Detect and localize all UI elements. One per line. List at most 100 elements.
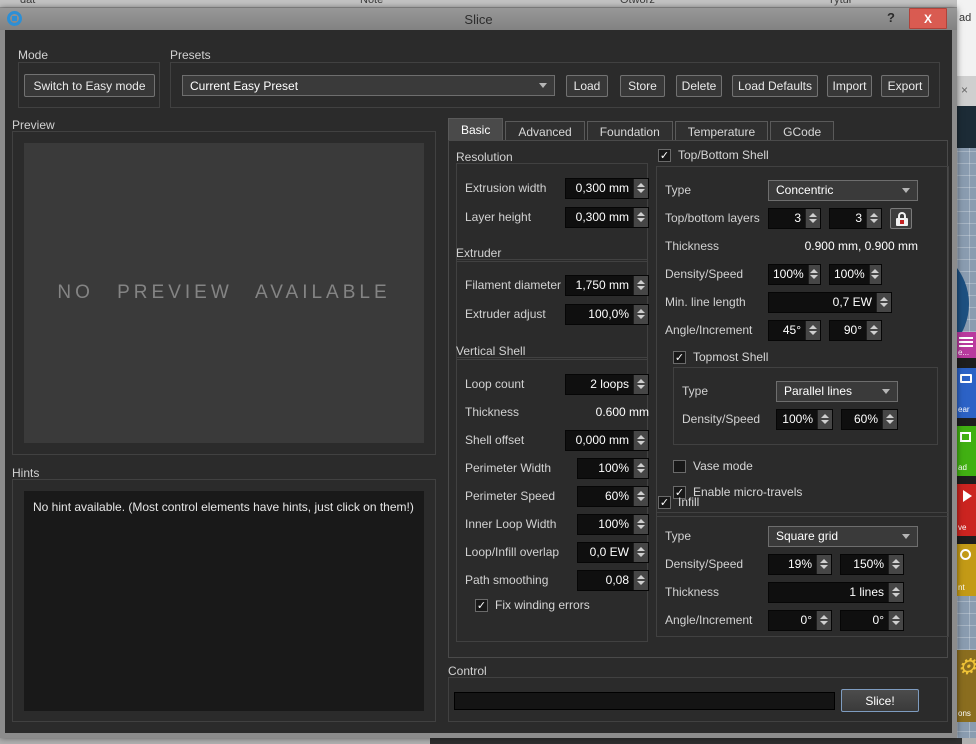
shell-offset-spinbox[interactable]: 0,000 mm (565, 430, 649, 451)
loop-count-spinbox[interactable]: 2 loops (565, 374, 649, 395)
tab-gcode[interactable]: GCode (770, 121, 834, 141)
min-line-length-spinbox[interactable]: 0,7 EW (768, 292, 892, 313)
perimeter-speed-row: Perimeter Speed 60% (465, 485, 643, 507)
spinner-buttons[interactable] (633, 459, 648, 478)
checkbox[interactable]: ✓ (658, 149, 671, 162)
infill-angle-spinbox[interactable]: 0° (768, 610, 832, 631)
layer-height-spinbox[interactable]: 0,300 mm (565, 207, 649, 228)
top-layers-spinbox[interactable]: 3 (768, 208, 821, 229)
spinner-buttons[interactable] (876, 293, 891, 312)
infill-checkbox[interactable]: ✓ Infill (658, 495, 699, 509)
spinner-buttons[interactable] (808, 265, 820, 284)
spinner-buttons[interactable] (633, 208, 648, 227)
titlebar[interactable]: Slice ? X (0, 8, 957, 30)
toolbar-button-clear[interactable]: ear (957, 368, 976, 418)
spinner-buttons[interactable] (805, 209, 820, 228)
spinner-buttons[interactable] (816, 611, 831, 630)
perimeter-speed-spinbox[interactable]: 60% (577, 486, 649, 507)
topmost-shell-checkbox[interactable]: ✓ Topmost Shell (673, 350, 768, 364)
checkbox[interactable]: ✓ (475, 599, 488, 612)
tab-basic[interactable]: Basic (448, 118, 503, 141)
infill-thickness-spinbox[interactable]: 1 lines (768, 582, 904, 603)
load-button[interactable]: Load (566, 75, 608, 97)
topmost-speed-spinbox[interactable]: 60% (841, 409, 898, 430)
top-bottom-shell-checkbox[interactable]: ✓ Top/Bottom Shell (658, 148, 769, 162)
vase-mode-checkbox[interactable]: Vase mode (673, 459, 753, 473)
infill-type-select[interactable]: Square grid (768, 526, 918, 547)
bottom-layers-spinbox[interactable]: 3 (829, 208, 882, 229)
slice-button[interactable]: Slice! (841, 689, 919, 712)
spinner-buttons[interactable] (633, 543, 648, 562)
spinner-buttons[interactable] (805, 321, 820, 340)
extruder-adjust-spinbox[interactable]: 100,0% (565, 304, 649, 325)
load-defaults-button[interactable]: Load Defaults (732, 75, 818, 97)
perimeter-speed-label: Perimeter Speed (465, 489, 555, 503)
store-button[interactable]: Store (620, 75, 665, 97)
spinner-buttons[interactable] (866, 209, 881, 228)
switch-easy-mode-button[interactable]: Switch to Easy mode (24, 74, 155, 97)
background-bottom-dark (430, 738, 962, 744)
spinner-buttons[interactable] (633, 179, 648, 198)
delete-button[interactable]: Delete (676, 75, 722, 97)
tbs-density-spinbox[interactable]: 100% (768, 264, 821, 285)
preset-select[interactable]: Current Easy Preset (182, 75, 555, 96)
loop-infill-overlap-row: Loop/Infill overlap 0,0 EW (465, 541, 643, 563)
filament-diameter-spinbox[interactable]: 1,750 mm (565, 275, 649, 296)
path-smoothing-spinbox[interactable]: 0,08 (577, 570, 649, 591)
spinner-buttons[interactable] (882, 410, 897, 429)
vertical-shell-group-label: Vertical Shell (456, 344, 525, 358)
tbs-angle-spinbox[interactable]: 45° (768, 320, 821, 341)
print-icon (960, 549, 971, 560)
inner-loop-width-spinbox[interactable]: 100% (577, 514, 649, 535)
topmost-density-spinbox[interactable]: 100% (776, 409, 833, 430)
lock-layers-button[interactable] (890, 208, 912, 229)
import-button[interactable]: Import (827, 75, 872, 97)
list-icon (959, 337, 973, 347)
clear-icon (960, 374, 972, 383)
spinner-buttons[interactable] (817, 410, 832, 429)
toolbar-button-load[interactable]: ad (957, 426, 976, 476)
toolbar-button-print[interactable]: nt (957, 544, 976, 596)
tab-close-icon[interactable]: × (961, 83, 968, 97)
toolbar-button-options[interactable]: ⚙ ons (957, 650, 976, 722)
loop-infill-overlap-spinbox[interactable]: 0,0 EW (577, 542, 649, 563)
spinner-buttons[interactable] (633, 431, 648, 450)
toolbar-button-list[interactable]: e... (957, 332, 976, 358)
spinner-buttons[interactable] (869, 265, 881, 284)
path-smoothing-label: Path smoothing (465, 573, 548, 587)
checkbox[interactable] (673, 460, 686, 473)
spinner-buttons[interactable] (633, 276, 648, 295)
no-preview-text: NO PREVIEW AVAILABLE (57, 282, 390, 304)
close-icon: X (924, 12, 932, 26)
background-tab-close[interactable]: × (957, 76, 976, 106)
toolbar-button-save[interactable]: ve (957, 484, 976, 536)
spinner-buttons[interactable] (888, 583, 903, 602)
spinner-buttons[interactable] (866, 321, 881, 340)
infill-density-spinbox[interactable]: 19% (768, 554, 832, 575)
spinner-buttons[interactable] (633, 515, 648, 534)
tbs-type-select[interactable]: Concentric (768, 180, 918, 201)
spinner-buttons[interactable] (633, 305, 648, 324)
checkbox[interactable]: ✓ (658, 496, 671, 509)
spinner-buttons[interactable] (633, 571, 648, 590)
infill-increment-spinbox[interactable]: 0° (840, 610, 904, 631)
extrusion-width-spinbox[interactable]: 0,300 mm (565, 178, 649, 199)
tab-foundation[interactable]: Foundation (587, 121, 673, 141)
tbs-increment-spinbox[interactable]: 90° (829, 320, 882, 341)
fix-winding-errors-checkbox[interactable]: ✓ Fix winding errors (475, 598, 590, 612)
perimeter-width-spinbox[interactable]: 100% (577, 458, 649, 479)
tab-temperature[interactable]: Temperature (675, 121, 768, 141)
spinner-buttons[interactable] (633, 375, 648, 394)
close-button[interactable]: X (909, 8, 947, 29)
checkbox[interactable]: ✓ (673, 351, 686, 364)
spinner-buttons[interactable] (888, 555, 903, 574)
spinner-buttons[interactable] (816, 555, 831, 574)
help-button[interactable]: ? (883, 10, 899, 27)
topmost-type-select[interactable]: Parallel lines (776, 381, 898, 402)
tab-advanced[interactable]: Advanced (505, 121, 584, 141)
infill-speed-spinbox[interactable]: 150% (840, 554, 904, 575)
tbs-speed-spinbox[interactable]: 100% (829, 264, 882, 285)
export-button[interactable]: Export (881, 75, 929, 97)
spinner-buttons[interactable] (888, 611, 903, 630)
spinner-buttons[interactable] (633, 487, 648, 506)
